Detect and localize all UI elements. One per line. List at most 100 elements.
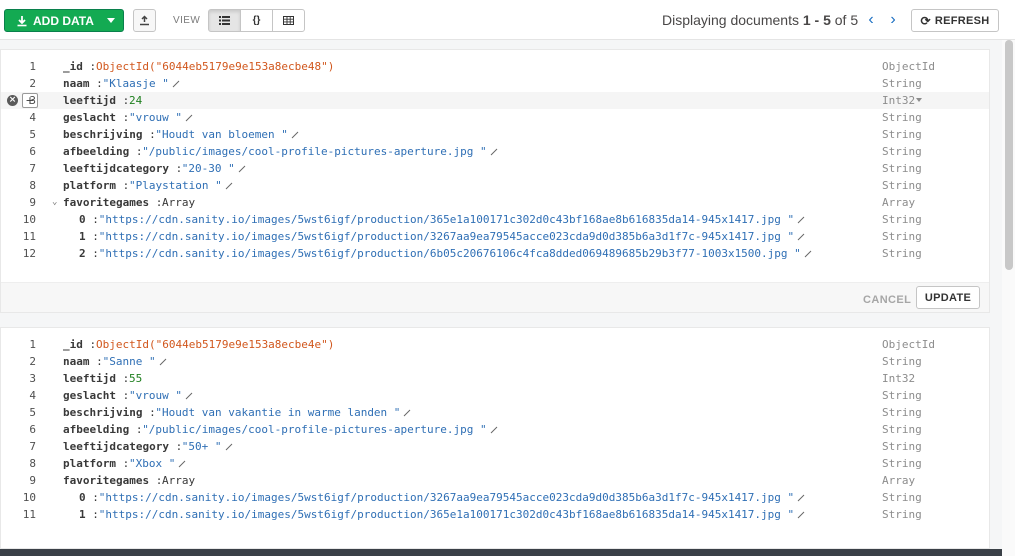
field-key[interactable]: naam : xyxy=(63,75,103,92)
field-key[interactable]: beschrijving : xyxy=(63,404,156,421)
scrollbar[interactable] xyxy=(1002,40,1015,556)
document-field-row[interactable]: 1 _id : ObjectId("6044eb5179e9e153a8ecbe4e… xyxy=(1,336,989,353)
field-type-text: String xyxy=(882,440,922,453)
field-key[interactable]: platform : xyxy=(63,177,129,194)
document-field-row[interactable]: 4 geslacht : "vrouw " String xyxy=(1,109,989,126)
expand-chevron-icon[interactable]: ⌄ xyxy=(52,194,57,211)
refresh-button[interactable]: ⟳ REFRESH xyxy=(911,9,999,32)
line-number: 3 xyxy=(29,94,36,107)
document-field-row[interactable]: 12 2 : "https://cdn.sanity.io/images/5wst6… xyxy=(1,245,989,262)
document-field-row[interactable]: 9 ⌄ favoritegames : Array Array xyxy=(1,194,989,211)
json-view-button[interactable]: {} xyxy=(240,9,273,32)
field-type-text: ObjectId xyxy=(882,60,935,73)
field-value[interactable]: 55 xyxy=(129,370,142,387)
document-field-row[interactable]: 3 leeftijd :55 Int32 xyxy=(1,370,989,387)
list-view-button[interactable] xyxy=(208,9,241,32)
field-key[interactable]: favoritegames : xyxy=(63,472,162,489)
field-value[interactable]: "https://cdn.sanity.io/images/5wst6igf/p… xyxy=(99,228,805,245)
resize-handle-icon xyxy=(225,443,232,451)
scrollbar-thumb[interactable] xyxy=(1005,40,1013,270)
document-field-row[interactable]: 7 leeftijdcategory : "20-30 " String xyxy=(1,160,989,177)
field-value[interactable]: "/public/images/cool-profile-pictures-ap… xyxy=(142,421,497,438)
field-key[interactable]: afbeelding : xyxy=(63,143,142,160)
document-field-row[interactable]: 6 afbeelding : "/public/images/cool-profil… xyxy=(1,421,989,438)
field-type-text: Array xyxy=(882,196,916,209)
field-key[interactable]: geslacht : xyxy=(63,387,129,404)
table-view-button[interactable] xyxy=(272,9,305,32)
document-field-row[interactable]: 10 0 : "https://cdn.sanity.io/images/5wst6… xyxy=(1,211,989,228)
field-type: String xyxy=(882,404,922,421)
field-value[interactable]: 24 xyxy=(129,92,142,109)
add-data-button[interactable]: ADD DATA xyxy=(4,9,124,32)
field-key[interactable]: leeftijd : xyxy=(63,92,129,109)
field-key[interactable]: 2 : xyxy=(79,245,99,262)
document-field-row[interactable]: 6 afbeelding : "/public/images/cool-profil… xyxy=(1,143,989,160)
document-field-row[interactable]: 2 naam : "Klaasje " String xyxy=(1,75,989,92)
document-field-row[interactable]: 11 1 : "https://cdn.sanity.io/images/5wst6… xyxy=(1,228,989,245)
field-key[interactable]: 1 : xyxy=(79,506,99,523)
cancel-button[interactable]: CANCEL xyxy=(859,290,915,310)
field-value[interactable]: "20-30 " xyxy=(182,160,246,177)
field-key[interactable]: 1 : xyxy=(79,228,99,245)
field-key[interactable]: leeftijdcategory : xyxy=(63,160,182,177)
update-button[interactable]: UPDATE xyxy=(916,286,980,309)
document-field-row[interactable]: 5 beschrijving : "Houdt van vakantie in wa… xyxy=(1,404,989,421)
field-key[interactable]: _id : xyxy=(63,58,96,75)
previous-page-button[interactable]: ‹ xyxy=(861,10,881,30)
document-field-row[interactable]: 9 favoritegames : Array Array xyxy=(1,472,989,489)
document-field-row[interactable]: 7 leeftijdcategory : "50+ " String xyxy=(1,438,989,455)
next-page-button[interactable]: › xyxy=(883,10,903,30)
remove-field-icon[interactable]: × xyxy=(7,95,18,106)
field-value[interactable]: "https://cdn.sanity.io/images/5wst6igf/p… xyxy=(99,245,812,262)
field-key[interactable]: leeftijd : xyxy=(63,370,129,387)
list-icon xyxy=(219,16,230,25)
field-key[interactable]: afbeelding : xyxy=(63,421,142,438)
field-value[interactable]: "vrouw " xyxy=(129,387,193,404)
field-key[interactable]: beschrijving : xyxy=(63,126,156,143)
field-value[interactable]: "Sanne " xyxy=(103,353,167,370)
document-field-row[interactable]: × +3 leeftijd :24 Int32 xyxy=(1,92,989,109)
document-field-row[interactable]: 8 platform : "Xbox " String xyxy=(1,455,989,472)
document-field-row[interactable]: 11 1 : "https://cdn.sanity.io/images/5wst6… xyxy=(1,506,989,523)
field-type: ObjectId xyxy=(882,58,935,75)
field-key[interactable]: leeftijdcategory : xyxy=(63,438,182,455)
document-field-row[interactable]: 10 0 : "https://cdn.sanity.io/images/5wst6… xyxy=(1,489,989,506)
field-value[interactable]: "Houdt van bloemen " xyxy=(155,126,299,143)
field-type: String xyxy=(882,455,922,472)
field-value[interactable]: "https://cdn.sanity.io/images/5wst6igf/p… xyxy=(99,506,805,523)
export-button[interactable] xyxy=(133,9,156,32)
field-key[interactable]: 0 : xyxy=(79,211,99,228)
field-value[interactable]: Array xyxy=(162,194,195,211)
field-value[interactable]: "vrouw " xyxy=(129,109,193,126)
field-key[interactable]: geslacht : xyxy=(63,109,129,126)
field-value[interactable]: ObjectId("6044eb5179e9e153a8ecbe48") xyxy=(96,58,334,75)
field-value[interactable]: "Xbox " xyxy=(129,455,186,472)
field-type[interactable]: Int32 xyxy=(882,92,923,109)
field-type-text: String xyxy=(882,508,922,521)
field-key[interactable]: platform : xyxy=(63,455,129,472)
field-value[interactable]: "Houdt van vakantie in warme landen " xyxy=(155,404,411,421)
field-value[interactable]: "Playstation " xyxy=(129,177,233,194)
field-value[interactable]: "Klaasje " xyxy=(103,75,180,92)
document-field-row[interactable]: 4 geslacht : "vrouw " String xyxy=(1,387,989,404)
line-number: 7 xyxy=(29,162,36,175)
field-value[interactable]: "50+ " xyxy=(182,438,233,455)
key-separator: : xyxy=(142,406,156,419)
field-value[interactable]: "https://cdn.sanity.io/images/5wst6igf/p… xyxy=(99,489,805,506)
field-value-text: 24 xyxy=(129,94,143,107)
field-key[interactable]: 0 : xyxy=(79,489,99,506)
field-key[interactable]: _id : xyxy=(63,336,96,353)
document-field-row[interactable]: 8 platform : "Playstation " String xyxy=(1,177,989,194)
document-field-row[interactable]: 5 beschrijving : "Houdt van bloemen " Strin… xyxy=(1,126,989,143)
field-value[interactable]: Array xyxy=(162,472,195,489)
field-value[interactable]: "https://cdn.sanity.io/images/5wst6igf/p… xyxy=(99,211,805,228)
document-field-row[interactable]: 1 _id : ObjectId("6044eb5179e9e153a8ecbe48… xyxy=(1,58,989,75)
field-key[interactable]: naam : xyxy=(63,353,103,370)
field-key[interactable]: favoritegames : xyxy=(63,194,162,211)
paging-prefix: Displaying documents xyxy=(662,12,803,28)
field-value[interactable]: "/public/images/cool-profile-pictures-ap… xyxy=(142,143,497,160)
field-value[interactable]: ObjectId("6044eb5179e9e153a8ecbe4e") xyxy=(96,336,334,353)
key-separator: : xyxy=(85,508,99,521)
resize-handle-icon xyxy=(490,426,497,434)
document-field-row[interactable]: 2 naam : "Sanne " String xyxy=(1,353,989,370)
